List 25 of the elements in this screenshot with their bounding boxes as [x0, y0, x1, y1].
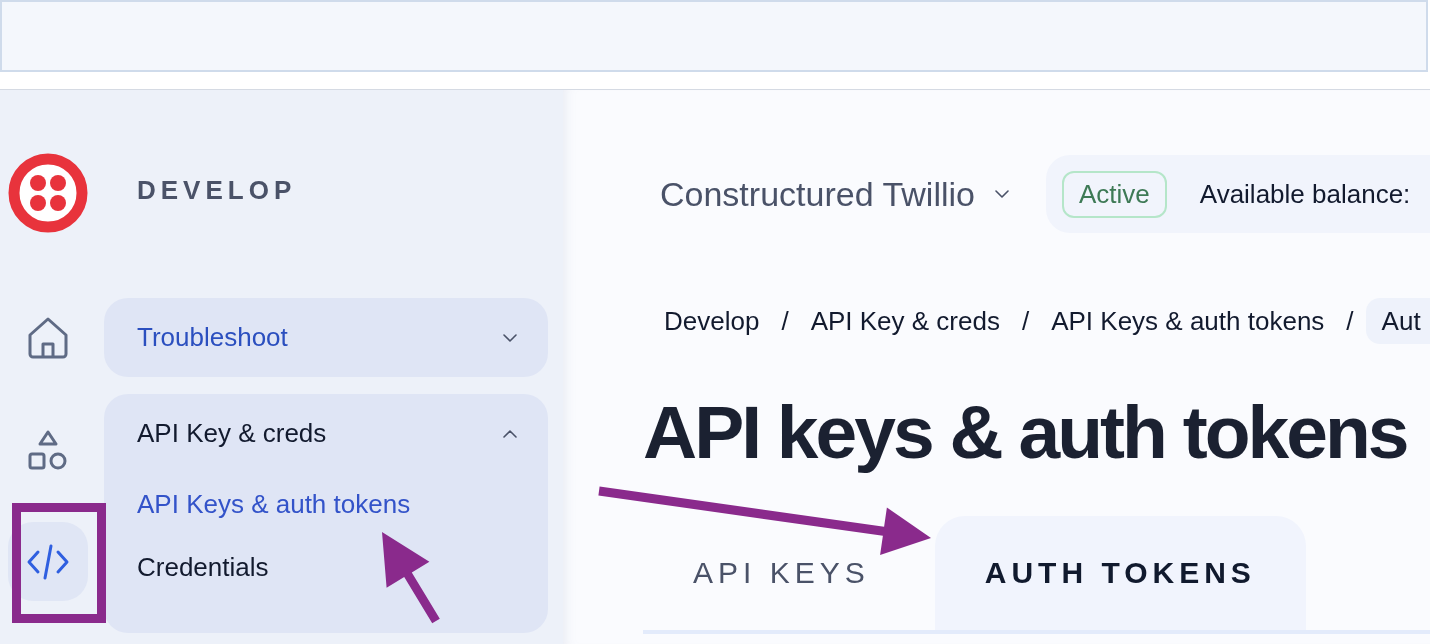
nav-group-toggle[interactable]: API Key & creds: [104, 394, 548, 473]
code-icon[interactable]: [26, 543, 70, 580]
breadcrumb-separator: /: [1021, 305, 1030, 337]
breadcrumb-separator: /: [1346, 305, 1354, 337]
nav-link[interactable]: API Keys & auth tokens: [137, 473, 411, 536]
chevron-up-icon: [503, 429, 517, 438]
page-title: API keys & auth tokens: [643, 389, 1408, 475]
shapes-icon[interactable]: [28, 429, 68, 470]
project-selector[interactable]: Constructured Twillio: [660, 174, 1009, 214]
current-breadcrumb: Aut: [1365, 298, 1430, 344]
status-badge: Active: [1061, 170, 1167, 218]
breadcrumb-link[interactable]: Develop: [664, 305, 760, 337]
tab[interactable]: AUTH TOKENS: [934, 516, 1306, 630]
nav-link[interactable]: Credentials: [137, 536, 269, 599]
breadcrumb-link[interactable]: API Key & creds: [810, 305, 1000, 337]
breadcrumb-link[interactable]: API Keys & auth tokens: [1051, 305, 1325, 337]
nav-group-toggle[interactable]: Troubleshoot: [104, 298, 548, 377]
breadcrumb-separator: /: [781, 305, 789, 337]
tab[interactable]: API KEYS: [643, 516, 920, 630]
logo-icon: [8, 153, 88, 233]
section-title: DEVELOP: [136, 174, 298, 207]
balance-label: Available balance:: [1199, 178, 1411, 210]
home-icon[interactable]: [28, 316, 68, 359]
chevron-down-icon: [503, 333, 517, 342]
chevron-down-icon: [994, 190, 1009, 198]
